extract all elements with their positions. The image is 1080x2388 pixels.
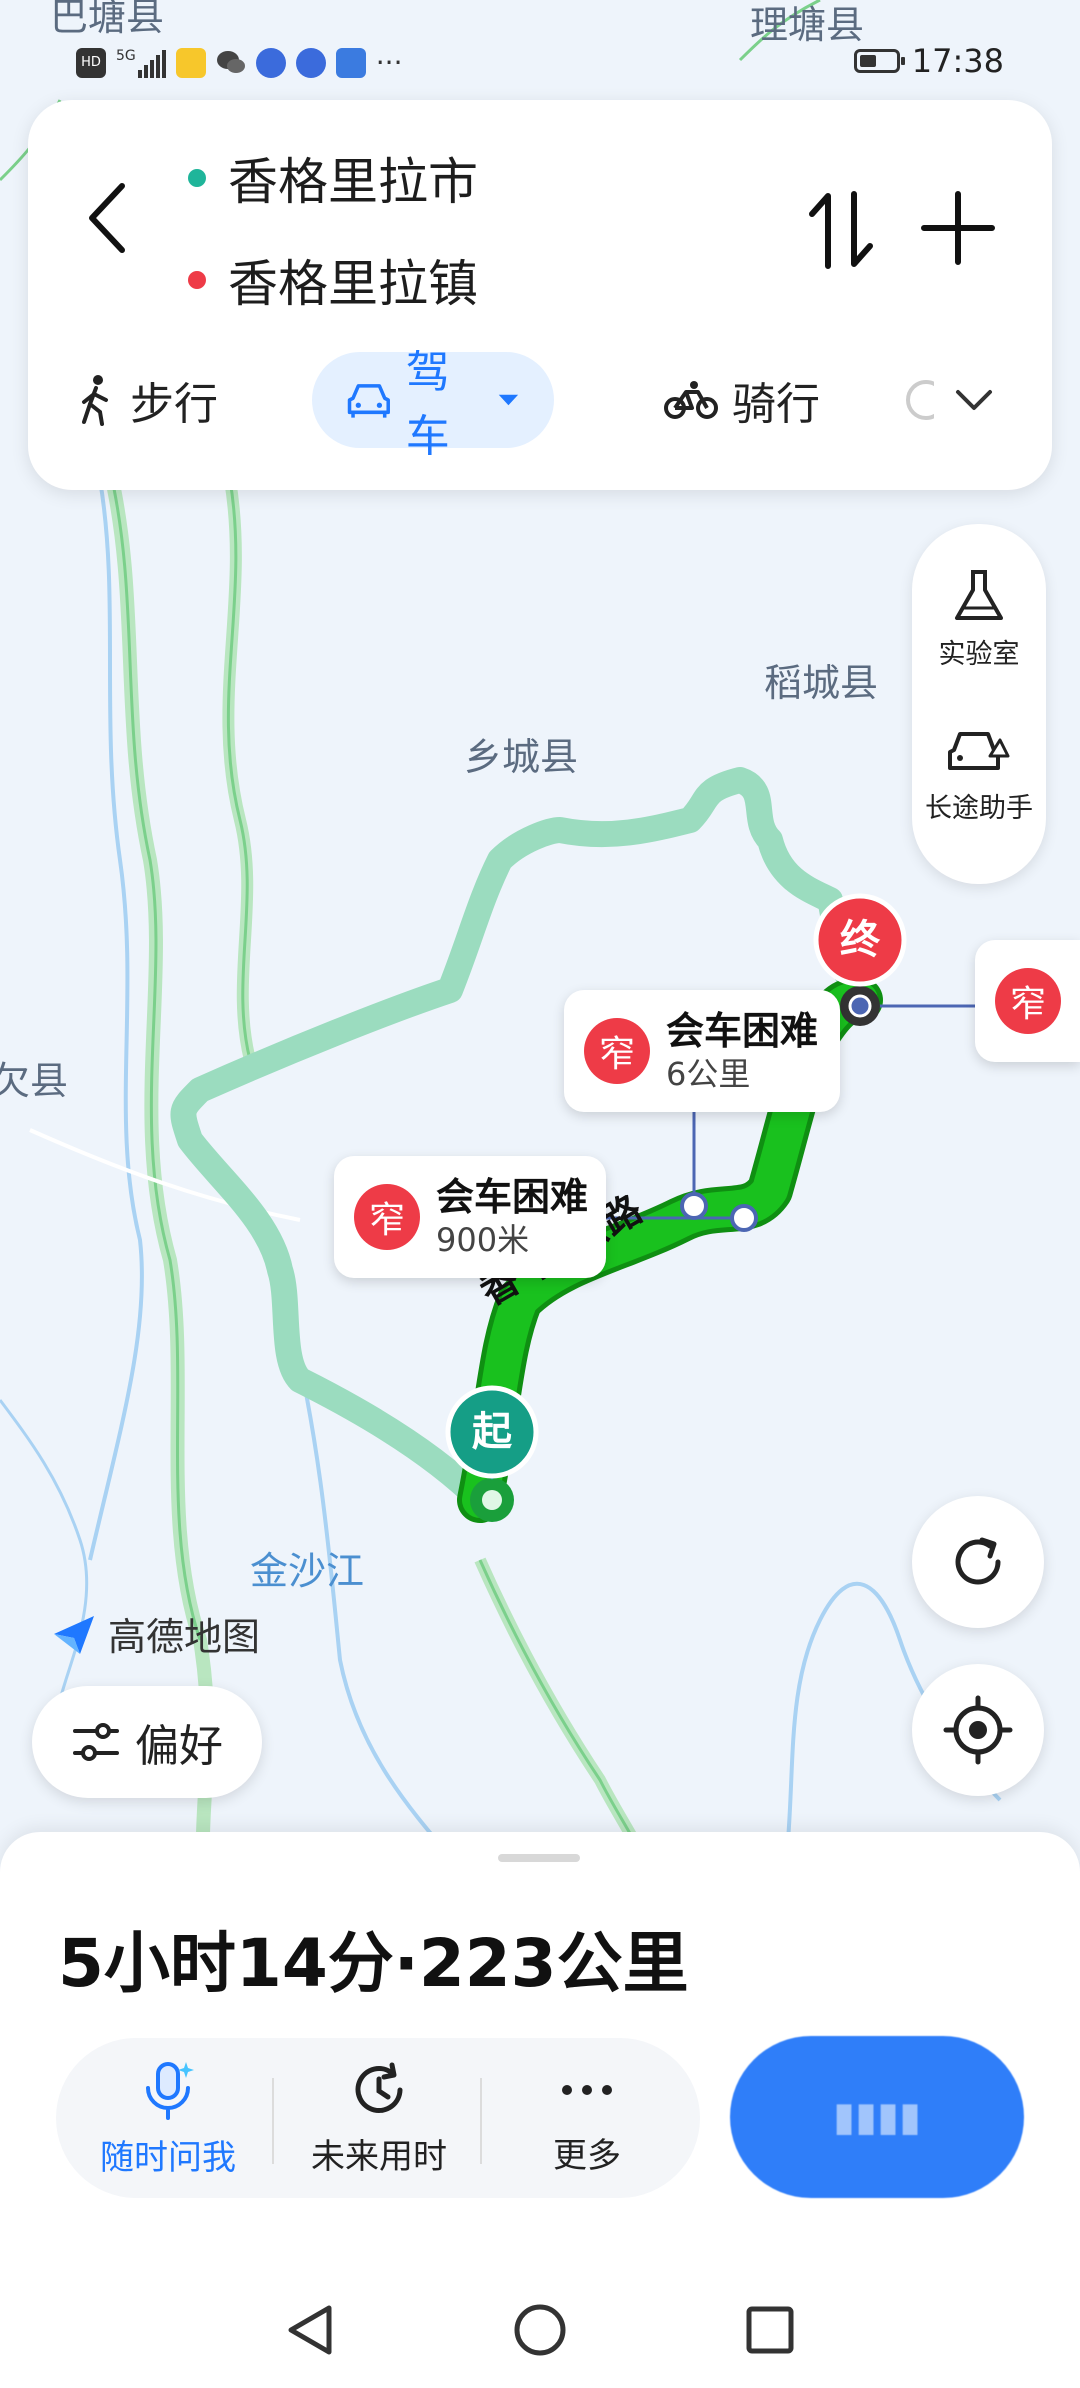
signal-icon: 5G — [116, 48, 166, 78]
crosshair-icon — [943, 1695, 1013, 1765]
tab-drive[interactable]: 驾车 — [312, 347, 554, 462]
browser-icon — [255, 47, 286, 78]
status-bar: HD 5G ··· 17:38 — [0, 40, 1080, 92]
circle-home-icon — [514, 2304, 566, 2356]
preference-button[interactable]: 偏好 — [32, 1686, 262, 1798]
triangle-back-icon — [288, 2305, 332, 2355]
amap-logo: 高德地图 — [50, 1606, 260, 1661]
nav-home-button[interactable] — [508, 2298, 572, 2362]
warning-title: 会车困难 — [436, 1175, 589, 1219]
car-icon — [347, 384, 390, 418]
start-location[interactable]: 香格里拉市 — [228, 142, 478, 214]
map-label-daocheng: 稻城县 — [764, 661, 879, 705]
lab-button[interactable]: 实验室 — [912, 566, 1046, 671]
long-trip-button[interactable]: 长途助手 — [912, 724, 1046, 825]
map-label-batang: 巴塘县 — [50, 0, 165, 39]
route-summary-sheet: 5小时14分·223公里 随时问我 未来用时 更多 ▮▮▮▮ — [0, 1832, 1080, 2272]
swap-button[interactable] — [798, 180, 888, 280]
side-tools-panel: 实验室 长途助手 — [912, 524, 1046, 884]
lab-label: 实验室 — [938, 639, 1020, 670]
flask-icon — [955, 570, 1003, 620]
refresh-icon — [955, 1537, 1001, 1585]
end-location-row[interactable]: 香格里拉镇 — [188, 244, 478, 316]
warning-bubble-offscreen[interactable]: 窄 — [975, 940, 1080, 1062]
tab-ride[interactable]: 骑行 — [664, 352, 820, 448]
car-assist-icon — [948, 732, 1010, 770]
narrow-road-icon: 窄 — [584, 1018, 650, 1084]
chevron-down-icon — [956, 390, 992, 410]
long-trip-label: 长途助手 — [925, 793, 1033, 824]
more-dots-icon — [562, 2084, 612, 2095]
more-dots-icon: ··· — [375, 46, 403, 79]
start-location-row[interactable]: 香格里拉市 — [188, 142, 478, 214]
end-marker[interactable]: 终 — [816, 906, 904, 974]
warning-distance: 900米 — [436, 1221, 530, 1259]
tab-walk[interactable]: 步行 — [76, 352, 218, 448]
battery-icon — [853, 49, 905, 73]
tab-ride-label: 骑行 — [732, 379, 820, 430]
warning-title: 会车困难 — [666, 1009, 819, 1053]
drag-handle[interactable] — [498, 1854, 580, 1862]
travel-mode-tabs: 步行 驾车 骑行 — [28, 347, 1052, 462]
end-dot — [188, 271, 206, 289]
back-button[interactable] — [76, 168, 136, 268]
map-label-jinshajiang: 金沙江 — [250, 1549, 365, 1593]
voice-ask-button[interactable]: 随时问我 — [56, 2038, 280, 2198]
network-label: 5G — [116, 47, 136, 64]
start-navigation-button[interactable]: ▮▮▮▮ — [730, 2036, 1024, 2198]
action-bar: 随时问我 未来用时 更多 — [56, 2038, 700, 2198]
narrow-road-icon: 窄 — [995, 968, 1061, 1034]
walk-icon — [82, 375, 108, 426]
microphone-icon — [146, 2061, 194, 2120]
meituan-icon — [175, 47, 206, 78]
narrow-road-icon: 窄 — [354, 1184, 420, 1250]
amap-logo-text: 高德地图 — [108, 1615, 261, 1659]
nav-recents-button[interactable] — [738, 2298, 802, 2362]
start-navigation-blurred-label: ▮▮▮▮ — [832, 2094, 922, 2140]
route-summary: 5小时14分·223公里 — [58, 1925, 689, 2002]
security-icon — [335, 47, 366, 78]
warning-distance: 6公里 — [666, 1055, 751, 1093]
system-nav-bar — [0, 2272, 1080, 2388]
hd-icon: HD — [76, 47, 106, 78]
locate-button[interactable] — [912, 1664, 1044, 1796]
warning-bubble-6km[interactable]: 窄 会车困难 6公里 — [564, 990, 840, 1112]
start-marker[interactable]: 起 — [448, 1398, 536, 1466]
plus-icon — [921, 191, 995, 265]
amap-logo-icon — [54, 1615, 94, 1654]
nav-back-button[interactable] — [278, 2298, 342, 2362]
add-waypoint-button[interactable] — [908, 178, 1008, 278]
future-time-button[interactable]: 未来用时 — [274, 2038, 484, 2198]
more-button[interactable]: 更多 — [482, 2038, 692, 2198]
bicycle-icon — [664, 381, 718, 419]
more-modes-button[interactable] — [904, 352, 1024, 448]
square-recents-icon — [746, 2306, 794, 2354]
voice-ask-label: 随时问我 — [100, 2137, 236, 2178]
wechat-icon — [216, 48, 246, 78]
caret-down-icon — [498, 394, 519, 406]
refresh-button[interactable] — [912, 1496, 1044, 1628]
more-label: 更多 — [553, 2135, 621, 2176]
back-arrow-icon — [89, 183, 125, 253]
tab-walk-label: 步行 — [130, 379, 218, 430]
status-time: 17:38 — [911, 42, 1004, 80]
map-label-xiangcheng: 乡城县 — [464, 735, 579, 779]
future-time-label: 未来用时 — [311, 2136, 447, 2177]
tab-drive-label: 驾车 — [405, 347, 450, 462]
clock-icon — [355, 2062, 403, 2113]
swap-icon — [809, 191, 873, 269]
end-location[interactable]: 香格里拉镇 — [228, 244, 478, 316]
map-label-xian-left: 欠县 — [0, 1059, 69, 1103]
start-dot — [188, 169, 206, 187]
partial-mode-icon — [906, 380, 934, 420]
browser2-icon — [295, 47, 326, 78]
warning-bubble-900m[interactable]: 窄 会车困难 900米 — [334, 1156, 606, 1278]
sliders-icon — [73, 1723, 119, 1761]
route-card: 香格里拉市 香格里拉镇 步行 驾车 骑行 — [28, 100, 1052, 490]
preference-label: 偏好 — [135, 1721, 223, 1772]
